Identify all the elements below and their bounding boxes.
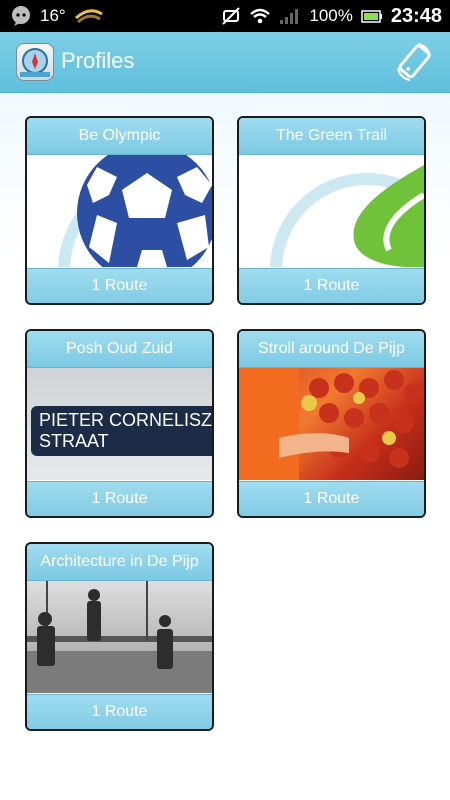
route-count: 1 Route (27, 694, 212, 729)
battery-percent: 100% (309, 6, 353, 25)
wifi-icon (250, 8, 271, 24)
profile-card-stroll-de-pijp[interactable]: Stroll around De Pijp 1 Route (237, 329, 426, 518)
battery-icon (361, 10, 382, 23)
app-logo-icon[interactable] (16, 43, 54, 81)
signal-icon (280, 9, 299, 24)
clock: 23:48 (390, 4, 442, 27)
chat-icon (12, 6, 30, 26)
street-sign-photo: PIETER CORNELISZ STRAAT (27, 368, 212, 480)
route-count: 1 Route (27, 268, 212, 303)
status-bar: 16° 100% 23:48 (0, 0, 450, 32)
profile-title: Stroll around De Pijp (239, 331, 424, 368)
street-sign-line1: PIETER CORNELISZ (39, 410, 212, 430)
leaf-icon (239, 155, 424, 267)
handball-icon (27, 155, 212, 267)
temperature-text: 16° (40, 6, 66, 25)
profile-card-green-trail[interactable]: The Green Trail 1 Route (237, 116, 426, 305)
route-count: 1 Route (239, 481, 424, 516)
profile-title: The Green Trail (239, 118, 424, 155)
route-count: 1 Route (27, 481, 212, 516)
weather-icon (74, 9, 103, 24)
profile-card-be-olympic[interactable]: Be Olympic 1 Route (25, 116, 214, 305)
app-bar: Profiles (0, 32, 450, 93)
page-title: Profiles (61, 48, 135, 73)
market-apples-photo (239, 368, 424, 480)
route-count: 1 Route (239, 268, 424, 303)
street-sign: PIETER CORNELISZ STRAAT (31, 406, 212, 456)
mute-icon (222, 7, 241, 25)
profile-title: Be Olympic (27, 118, 212, 155)
profiles-grid: Be Olympic 1 Route The Green Trail 1 Rou… (0, 92, 450, 800)
rotate-device-icon[interactable] (394, 42, 434, 82)
profile-title: Posh Oud Zuid (27, 331, 212, 368)
profile-card-architecture-de-pijp[interactable]: Architecture in De Pijp 1 Route (25, 542, 214, 731)
profile-card-posh-oud-zuid[interactable]: Posh Oud Zuid PIETER CORNELISZ STRAAT 1 … (25, 329, 214, 518)
profile-title: Architecture in De Pijp (27, 544, 212, 581)
construction-workers-photo (27, 581, 212, 693)
street-sign-line2: STRAAT (39, 431, 109, 451)
